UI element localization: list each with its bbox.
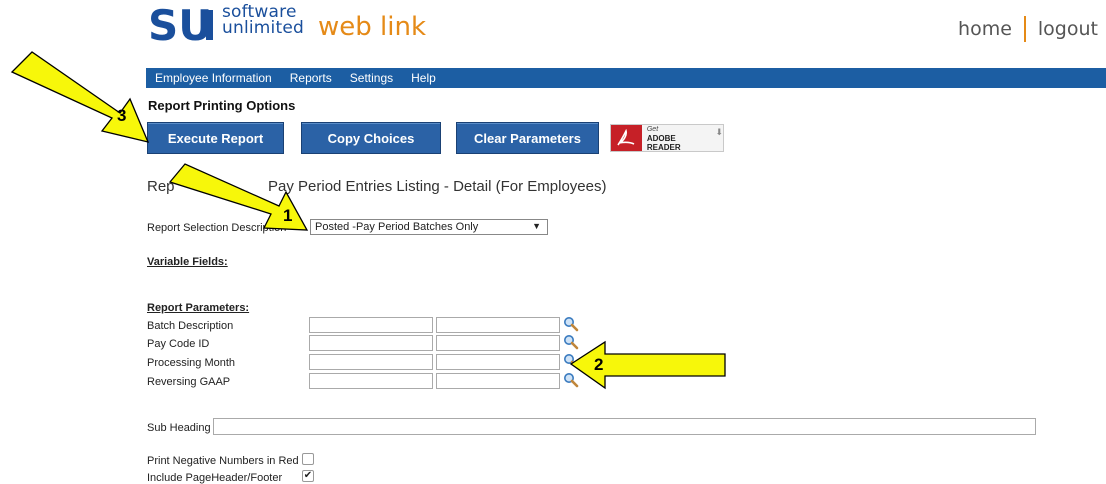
logo-wordmark: software unlimited bbox=[222, 4, 304, 38]
processing-month-from-input[interactable] bbox=[309, 354, 433, 370]
sub-heading-input[interactable] bbox=[213, 418, 1036, 435]
svg-text:SU: SU bbox=[148, 4, 212, 44]
pay-code-id-from-input[interactable] bbox=[309, 335, 433, 351]
param-label-reversing-gaap: Reversing GAAP bbox=[147, 376, 231, 388]
clear-parameters-button[interactable]: Clear Parameters bbox=[456, 122, 599, 154]
batch-description-to-input[interactable] bbox=[436, 317, 560, 333]
report-selection-value: Posted -Pay Period Batches Only bbox=[315, 221, 479, 233]
logo-line-unlimited: unlimited bbox=[222, 18, 304, 38]
search-icon[interactable] bbox=[563, 372, 579, 388]
page-title: Report Printing Options bbox=[148, 98, 296, 113]
report-name: Pay Period Entries Listing - Detail (For… bbox=[268, 178, 607, 195]
page-header-footer-checkbox[interactable]: ✔ bbox=[302, 470, 314, 482]
negative-red-checkbox[interactable] bbox=[302, 453, 314, 465]
download-arrow-icon: ⬇ bbox=[715, 127, 723, 137]
logout-link[interactable]: logout bbox=[1038, 18, 1098, 40]
param-label-processing-month: Processing Month bbox=[147, 357, 236, 369]
variable-fields-heading: Variable Fields: bbox=[147, 256, 228, 268]
execute-report-button[interactable]: Execute Report bbox=[147, 122, 284, 154]
top-links-divider bbox=[1023, 16, 1026, 42]
search-icon[interactable] bbox=[563, 334, 579, 350]
reversing-gaap-to-input[interactable] bbox=[436, 373, 560, 389]
param-label-batch-description: Batch Description bbox=[147, 320, 234, 332]
adobe-reader-text: ADOBE READER bbox=[646, 133, 681, 152]
option-label-negative-red: Print Negative Numbers in Red bbox=[147, 455, 299, 467]
reversing-gaap-from-input[interactable] bbox=[309, 373, 433, 389]
get-adobe-reader-button[interactable]: Get ADOBE READER ⬇ bbox=[610, 124, 724, 152]
option-label-page-header-footer: Include PageHeader/Footer bbox=[147, 472, 283, 484]
annotation-number-3: 3 bbox=[117, 106, 127, 125]
annotation-number-1: 1 bbox=[283, 206, 293, 225]
batch-description-from-input[interactable] bbox=[309, 317, 433, 333]
processing-month-to-input[interactable] bbox=[436, 354, 560, 370]
search-icon[interactable] bbox=[563, 353, 579, 369]
adobe-get-text: Get bbox=[646, 125, 659, 133]
top-links: home logout bbox=[958, 16, 1098, 42]
nav-help[interactable]: Help bbox=[402, 71, 445, 85]
annotation-number-2: 2 bbox=[594, 355, 604, 374]
dropdown-arrow-icon: ▼ bbox=[532, 221, 541, 231]
nav-reports[interactable]: Reports bbox=[281, 71, 341, 85]
su-logo-icon: SU bbox=[148, 4, 213, 44]
copy-choices-button[interactable]: Copy Choices bbox=[301, 122, 441, 154]
main-navbar: Employee Information Reports Settings He… bbox=[146, 68, 1106, 88]
home-link[interactable]: home bbox=[958, 18, 1012, 40]
param-label-pay-code-id: Pay Code ID bbox=[147, 338, 210, 350]
adobe-reader-icon bbox=[611, 125, 642, 151]
nav-settings[interactable]: Settings bbox=[341, 71, 402, 85]
report-selection-label: Report Selection Description bbox=[147, 222, 287, 234]
report-parameters-heading: Report Parameters: bbox=[147, 302, 250, 314]
report-name-prefix: Rep bbox=[147, 178, 175, 195]
report-selection-dropdown[interactable]: Posted -Pay Period Batches Only ▼ bbox=[310, 219, 548, 235]
annotation-arrow-3 bbox=[10, 51, 150, 143]
pay-code-id-to-input[interactable] bbox=[436, 335, 560, 351]
search-icon[interactable] bbox=[563, 316, 579, 332]
app-name: web link bbox=[318, 12, 427, 42]
nav-employee-information[interactable]: Employee Information bbox=[146, 71, 281, 85]
sub-heading-label: Sub Heading bbox=[147, 422, 211, 434]
